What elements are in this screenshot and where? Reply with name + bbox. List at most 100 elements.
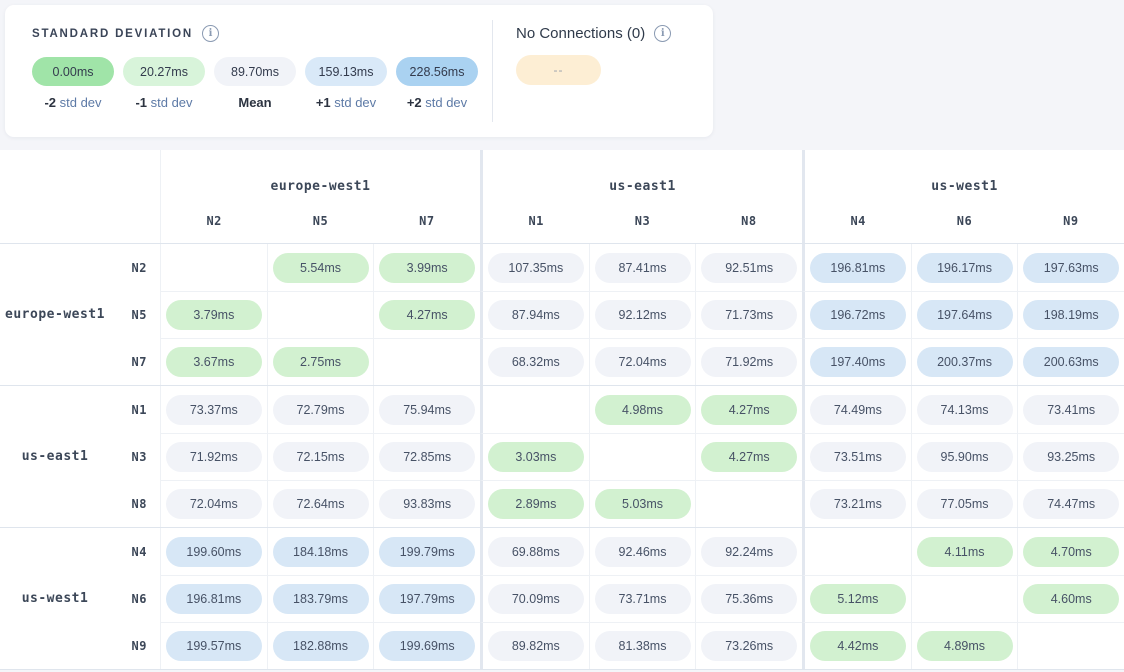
latency-pill: 3.03ms [488, 442, 584, 472]
latency-cell: 199.57ms [161, 622, 267, 669]
latency-cell: 198.19ms [1017, 291, 1124, 338]
matrix-row-cells: 3.79ms4.27ms87.94ms92.12ms71.73ms196.72m… [160, 291, 1124, 338]
no-connections-title: No Connections (0) [516, 25, 645, 42]
latency-pill: 68.32ms [488, 347, 584, 377]
latency-pill: 197.79ms [379, 584, 475, 614]
latency-cell: 72.64ms [267, 480, 374, 527]
matrix-row: N872.04ms72.64ms93.83ms2.89ms5.03ms73.21… [110, 480, 1124, 527]
node-label: N4 [110, 528, 160, 575]
latency-pill: 77.05ms [917, 489, 1013, 519]
latency-cell: 92.24ms [695, 528, 802, 575]
latency-pill: 92.51ms [701, 253, 797, 283]
latency-pill: 2.89ms [488, 489, 584, 519]
matrix-row-cells: 199.60ms184.18ms199.79ms69.88ms92.46ms92… [160, 528, 1124, 575]
latency-pill: 107.35ms [488, 253, 584, 283]
latency-cell: 87.94ms [480, 291, 589, 338]
latency-cell: 92.12ms [589, 291, 696, 338]
latency-cell: 5.03ms [589, 480, 696, 527]
column-node-label: N7 [374, 198, 480, 243]
row-group: us-east1N173.37ms72.79ms75.94ms4.98ms4.2… [0, 385, 1124, 527]
latency-pill: 72.64ms [273, 489, 369, 519]
info-icon[interactable]: i [202, 25, 219, 42]
matrix-row: N53.79ms4.27ms87.94ms92.12ms71.73ms196.7… [110, 291, 1124, 338]
latency-pill: 4.27ms [701, 395, 797, 425]
latency-cell: 197.40ms [802, 338, 911, 385]
latency-pill: 81.38ms [595, 631, 691, 661]
latency-pill: 75.36ms [701, 584, 797, 614]
matrix-row: N9199.57ms182.88ms199.69ms89.82ms81.38ms… [110, 622, 1124, 669]
latency-cell: 72.79ms [267, 386, 374, 433]
latency-cell [695, 480, 802, 527]
info-icon[interactable]: i [654, 25, 671, 42]
latency-cell: 74.13ms [911, 386, 1018, 433]
latency-pill: 93.83ms [379, 489, 475, 519]
matrix-row: N4199.60ms184.18ms199.79ms69.88ms92.46ms… [110, 528, 1124, 575]
matrix-row: N173.37ms72.79ms75.94ms4.98ms4.27ms74.49… [110, 386, 1124, 433]
latency-cell: 4.60ms [1017, 575, 1124, 622]
latency-cell: 196.81ms [802, 244, 911, 291]
latency-cell: 75.94ms [373, 386, 480, 433]
column-node-label: N1 [483, 198, 589, 243]
legend-item: 0.00ms -2 std dev [32, 57, 114, 110]
latency-cell: 200.37ms [911, 338, 1018, 385]
latency-pill: 182.88ms [273, 631, 369, 661]
latency-cell: 74.49ms [802, 386, 911, 433]
latency-cell: 92.46ms [589, 528, 696, 575]
node-label: N7 [110, 338, 160, 385]
legend-label: +1 std dev [316, 95, 376, 110]
latency-pill: 4.27ms [701, 442, 797, 472]
legend-item: 159.13ms +1 std dev [305, 57, 387, 110]
latency-cell: 73.51ms [802, 433, 911, 480]
latency-pill: 3.79ms [166, 300, 262, 330]
latency-cell: 73.71ms [589, 575, 696, 622]
latency-cell [1017, 622, 1124, 669]
latency-pill: 89.82ms [488, 631, 584, 661]
latency-cell: 4.89ms [911, 622, 1018, 669]
column-node-label: N2 [161, 198, 267, 243]
column-node-label: N9 [1018, 198, 1124, 243]
matrix-row-cells: 199.57ms182.88ms199.69ms89.82ms81.38ms73… [160, 622, 1124, 669]
node-label: N5 [110, 291, 160, 338]
matrix-row-cells: 72.04ms72.64ms93.83ms2.89ms5.03ms73.21ms… [160, 480, 1124, 527]
latency-cell [802, 528, 911, 575]
matrix-row: N25.54ms3.99ms107.35ms87.41ms92.51ms196.… [110, 244, 1124, 291]
latency-pill: 72.79ms [273, 395, 369, 425]
legend-label: -2 std dev [44, 95, 101, 110]
latency-cell: 199.60ms [161, 528, 267, 575]
latency-cell: 200.63ms [1017, 338, 1124, 385]
latency-cell: 3.67ms [161, 338, 267, 385]
latency-pill: 4.70ms [1023, 537, 1119, 567]
latency-pill: 196.72ms [810, 300, 906, 330]
legend-item: 20.27ms -1 std dev [123, 57, 205, 110]
latency-cell [161, 244, 267, 291]
latency-pill: 74.13ms [917, 395, 1013, 425]
matrix-body: europe-west1N25.54ms3.99ms107.35ms87.41m… [0, 244, 1124, 669]
latency-cell: 4.98ms [589, 386, 696, 433]
latency-pill: 5.03ms [595, 489, 691, 519]
latency-cell: 184.18ms [267, 528, 374, 575]
latency-cell: 73.26ms [695, 622, 802, 669]
latency-pill: 197.64ms [917, 300, 1013, 330]
legend-pill: 159.13ms [305, 57, 387, 86]
matrix-column-groups: europe-west1N2N5N7us-east1N1N3N8us-west1… [160, 150, 1124, 243]
column-nodes: N1N3N8 [483, 198, 802, 243]
latency-cell [373, 338, 480, 385]
region-label: us-east1 [0, 386, 110, 527]
latency-cell: 197.63ms [1017, 244, 1124, 291]
latency-pill: 73.37ms [166, 395, 262, 425]
latency-cell: 95.90ms [911, 433, 1018, 480]
latency-pill: 5.54ms [273, 253, 369, 283]
latency-cell: 77.05ms [911, 480, 1018, 527]
row-group-rows: N25.54ms3.99ms107.35ms87.41ms92.51ms196.… [110, 244, 1124, 385]
latency-cell [267, 291, 374, 338]
latency-cell: 68.32ms [480, 338, 589, 385]
legend-pill: 0.00ms [32, 57, 114, 86]
standard-deviation-title: STANDARD DEVIATION [32, 28, 193, 40]
latency-pill: 72.04ms [166, 489, 262, 519]
latency-cell: 75.36ms [695, 575, 802, 622]
latency-pill: 72.15ms [273, 442, 369, 472]
column-node-label: N5 [267, 198, 373, 243]
latency-pill: 92.24ms [701, 537, 797, 567]
latency-matrix: europe-west1N2N5N7us-east1N1N3N8us-west1… [0, 150, 1124, 670]
row-group: europe-west1N25.54ms3.99ms107.35ms87.41m… [0, 244, 1124, 385]
